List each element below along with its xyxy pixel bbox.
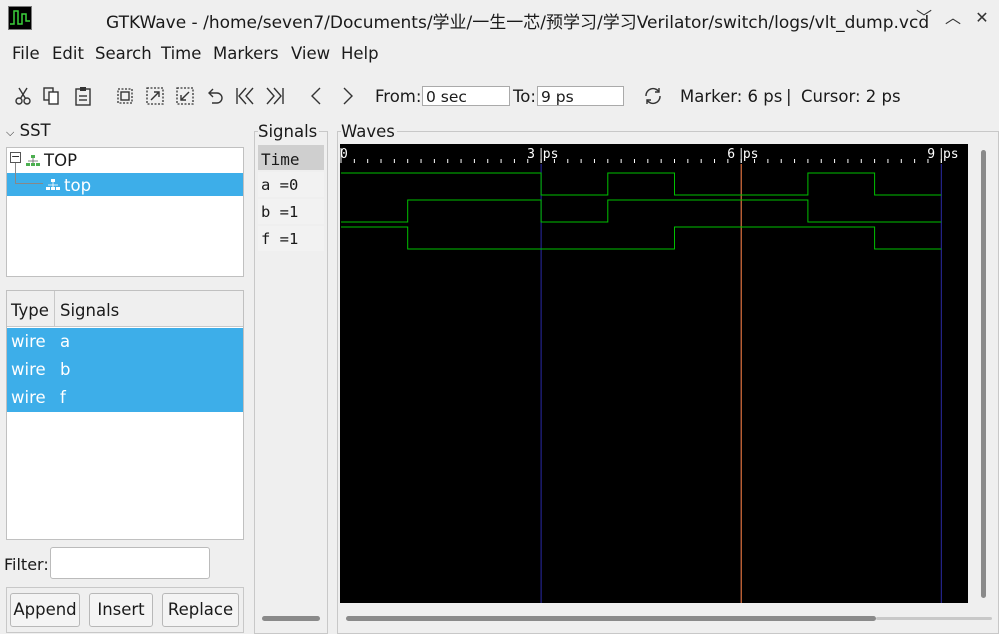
menu-time[interactable]: Time: [161, 44, 201, 63]
ruler-tick-label: 9 ps: [927, 147, 958, 162]
copy-icon[interactable]: [40, 85, 62, 107]
menu-bar: File Edit Search Time Markers View Help: [0, 40, 999, 70]
reload-icon[interactable]: [642, 85, 664, 107]
menu-edit[interactable]: Edit: [52, 44, 84, 63]
next-edge-icon[interactable]: [336, 85, 358, 107]
zoom-out-icon[interactable]: [174, 85, 196, 107]
undo-zoom-icon[interactable]: [204, 85, 226, 107]
signal-row[interactable]: wire f: [7, 384, 243, 412]
cursor-readout: Cursor: 2 ps: [801, 87, 901, 106]
signal-value-label: b =1: [261, 203, 299, 221]
waves-title: Waves: [341, 122, 397, 141]
zoom-in-icon[interactable]: [144, 85, 166, 107]
chevron-down-icon: ⌵: [6, 126, 15, 139]
insert-button[interactable]: Insert: [89, 593, 153, 627]
toolbar: From: 0 sec To: 9 ps Marker: 6 ps | Curs…: [0, 78, 999, 114]
paste-icon[interactable]: [72, 85, 94, 107]
to-input[interactable]: 9 ps: [537, 86, 624, 106]
gtkwave-app-icon: [8, 6, 32, 30]
zoom-fit-icon[interactable]: [114, 85, 136, 107]
replace-button[interactable]: Replace: [162, 593, 239, 627]
close-icon[interactable]: ✕: [969, 6, 995, 30]
tree-line: [15, 183, 43, 184]
from-label: From:: [375, 87, 422, 106]
signal-type: wire: [11, 360, 46, 379]
waveform-canvas[interactable]: 0 3 ps 6 ps 9 ps: [340, 144, 968, 603]
signal-type: wire: [11, 332, 46, 351]
module-icon: [25, 153, 41, 167]
signal-list-header: Type Signals: [7, 291, 243, 327]
readout-separator: |: [786, 87, 792, 106]
waves-hscroll-track: [876, 617, 992, 620]
append-button[interactable]: Append: [10, 593, 80, 627]
column-divider: [54, 291, 55, 327]
tree-collapse-icon[interactable]: −: [10, 151, 21, 163]
signal-row[interactable]: wire a: [7, 328, 243, 356]
module-icon: [45, 177, 61, 191]
ruler-tick-label: 6 ps: [727, 147, 758, 162]
filter-label: Filter:: [4, 555, 49, 574]
column-signals[interactable]: Signals: [60, 301, 119, 320]
menu-view[interactable]: View: [291, 44, 330, 63]
time-header: Time: [258, 145, 324, 170]
signal-type: wire: [11, 388, 46, 407]
waveform-svg: 0 3 ps 6 ps 9 ps: [340, 147, 959, 603]
window-title: GTKWave - /home/seven7/Documents/学业/一生一芯…: [106, 13, 930, 33]
from-input[interactable]: 0 sec: [422, 86, 510, 106]
signal-name: a: [60, 332, 71, 351]
signals-hscrollbar[interactable]: [262, 616, 320, 621]
waves-vscrollbar[interactable]: [981, 150, 986, 598]
sst-label: SST: [19, 121, 51, 140]
filter-input[interactable]: [50, 547, 210, 579]
to-label: To:: [513, 87, 536, 106]
signals-title: Signals: [258, 122, 320, 141]
ruler-tick-label: 3 ps: [527, 147, 558, 162]
menu-file[interactable]: File: [12, 44, 40, 63]
tree-item-top-root[interactable]: TOP: [44, 151, 77, 170]
waveform-f: [341, 226, 942, 250]
signal-row[interactable]: wire b: [7, 356, 243, 384]
waves-hscrollbar[interactable]: [346, 616, 876, 621]
column-type[interactable]: Type: [11, 301, 49, 320]
menu-markers[interactable]: Markers: [213, 44, 279, 63]
cut-icon[interactable]: [12, 85, 34, 107]
marker-readout: Marker: 6 ps: [680, 87, 783, 106]
signal-name: b: [60, 360, 71, 379]
zoom-to-end-icon[interactable]: [264, 85, 286, 107]
signal-name-row[interactable]: f =1: [258, 226, 324, 251]
tree-selection[interactable]: [7, 173, 243, 196]
menu-help[interactable]: Help: [341, 44, 379, 63]
waveform-b: [341, 199, 942, 223]
zoom-to-start-icon[interactable]: [234, 85, 256, 107]
sst-expander[interactable]: ⌵ SST: [6, 121, 51, 140]
time-header-label: Time: [261, 150, 300, 169]
prev-edge-icon[interactable]: [306, 85, 328, 107]
tree-item-top[interactable]: top: [64, 176, 91, 195]
signal-value-label: a =0: [261, 176, 299, 194]
signal-value-label: f =1: [261, 230, 299, 248]
signal-name-row[interactable]: b =1: [258, 199, 324, 224]
signal-name-row[interactable]: a =0: [258, 172, 324, 197]
hierarchy-tree: [6, 147, 244, 277]
title-bar: GTKWave - /home/seven7/Documents/学业/一生一芯…: [0, 0, 999, 38]
signal-name: f: [60, 388, 66, 407]
tree-line: [15, 163, 16, 183]
maximize-icon[interactable]: ︿: [940, 6, 966, 30]
menu-search[interactable]: Search: [95, 44, 152, 63]
minimize-icon[interactable]: ﹀: [911, 6, 937, 30]
waveform-a: [341, 172, 942, 196]
ruler-tick-label: 0: [340, 147, 348, 162]
